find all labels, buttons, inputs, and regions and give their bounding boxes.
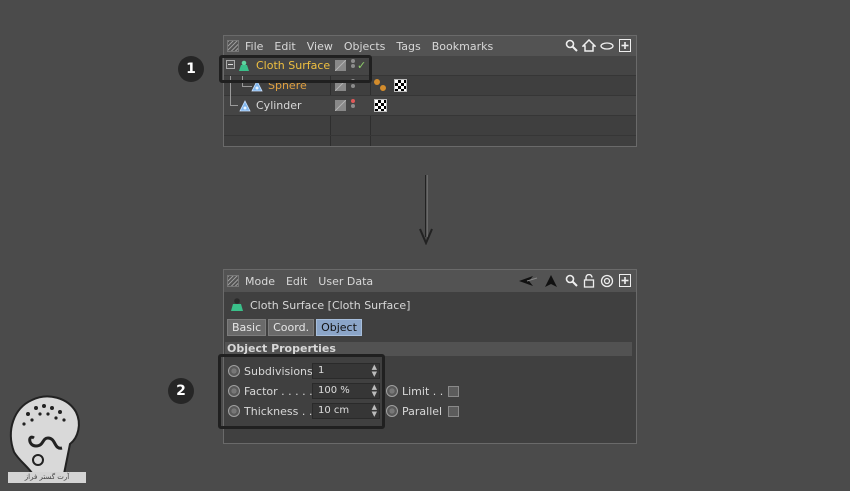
- layer-dots[interactable]: [351, 98, 356, 109]
- lock-icon[interactable]: [582, 273, 596, 288]
- search-icon[interactable]: [564, 273, 578, 288]
- animate-radio-button[interactable]: [386, 405, 398, 417]
- attribute-manager-tools: [518, 273, 632, 288]
- attribute-manager-menubar: Mode Edit User Data: [224, 270, 636, 292]
- object-manager-panel: File Edit View Objects Tags Bookmarks Cl…: [223, 35, 637, 147]
- target-icon[interactable]: [600, 273, 614, 288]
- home-icon[interactable]: [582, 38, 596, 53]
- material-tag-icon[interactable]: [374, 99, 387, 112]
- menu-edit[interactable]: Edit: [286, 275, 307, 288]
- menu-bookmarks[interactable]: Bookmarks: [432, 40, 493, 53]
- step-badge-2: 2: [168, 378, 194, 404]
- limit-checkbox[interactable]: [448, 385, 459, 397]
- down-arrow-icon: [419, 175, 433, 245]
- visibility-toggle[interactable]: [335, 100, 346, 111]
- menu-objects[interactable]: Objects: [344, 40, 386, 53]
- cylinder-icon: [239, 100, 251, 112]
- phong-tag-icon[interactable]: [374, 79, 390, 93]
- menu-mode[interactable]: Mode: [245, 275, 275, 288]
- attribute-title: Cloth Surface [Cloth Surface]: [250, 299, 411, 312]
- object-manager-menubar: File Edit View Objects Tags Bookmarks: [224, 36, 636, 56]
- watermark-text: آرت گستر فراز: [8, 472, 86, 483]
- eye-icon[interactable]: [600, 38, 614, 53]
- tab-object[interactable]: Object: [316, 319, 362, 336]
- object-name-cylinder[interactable]: Cylinder: [256, 99, 302, 112]
- menu-view[interactable]: View: [307, 40, 333, 53]
- back-arrow-icon[interactable]: [518, 273, 538, 288]
- attribute-tabs: Basic Coord. Object: [227, 319, 362, 336]
- parallel-checkbox[interactable]: [448, 405, 459, 417]
- tree-line: [230, 105, 238, 106]
- animate-radio-button[interactable]: [386, 385, 398, 397]
- forward-arrow-icon[interactable]: [542, 273, 560, 288]
- object-row-cylinder[interactable]: Cylinder: [224, 76, 636, 116]
- menu-edit[interactable]: Edit: [274, 40, 295, 53]
- menu-tags[interactable]: Tags: [396, 40, 420, 53]
- cloth-surface-icon: [231, 298, 243, 311]
- new-window-icon[interactable]: [618, 38, 632, 53]
- panel-grip-icon[interactable]: [227, 40, 239, 52]
- menu-user-data[interactable]: User Data: [318, 275, 373, 288]
- highlight-box-cloth-surface: [219, 55, 372, 83]
- panel-grip-icon[interactable]: [227, 275, 239, 287]
- object-row-empty: [224, 116, 636, 136]
- menu-file[interactable]: File: [245, 40, 263, 53]
- step-badge-1: 1: [178, 56, 204, 82]
- parallel-label: Parallel: [402, 404, 443, 418]
- limit-label: Limit . .: [402, 384, 444, 398]
- highlight-box-object-properties: [218, 354, 385, 429]
- object-manager-tools: [564, 38, 632, 53]
- tab-coord[interactable]: Coord.: [268, 319, 315, 336]
- material-tag-icon[interactable]: [394, 79, 407, 92]
- new-window-icon[interactable]: [618, 273, 632, 288]
- search-icon[interactable]: [564, 38, 578, 53]
- tab-basic[interactable]: Basic: [227, 319, 267, 336]
